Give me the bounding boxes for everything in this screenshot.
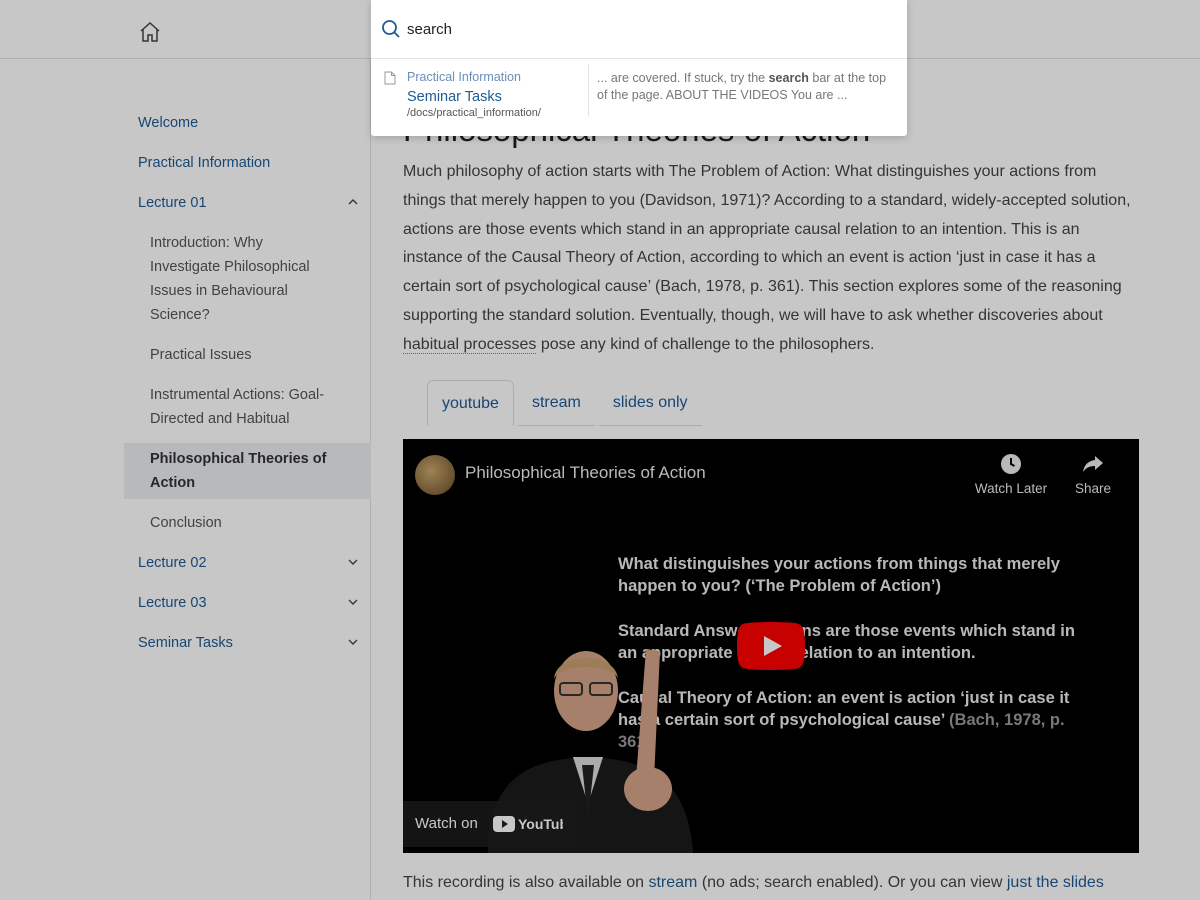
search-panel: Practical Information Seminar Tasks /doc… xyxy=(371,0,907,136)
search-result-title[interactable]: Seminar Tasks xyxy=(407,89,502,105)
snippet-text: ... are covered. If stuck, try the xyxy=(597,71,769,85)
search-result-path: /docs/practical_information/ xyxy=(407,107,541,119)
search-result-snippet: ... are covered. If stuck, try the searc… xyxy=(597,70,897,104)
divider xyxy=(588,64,589,116)
snippet-highlight: search xyxy=(768,71,809,85)
search-result[interactable]: Practical Information Seminar Tasks /doc… xyxy=(371,62,907,126)
document-icon xyxy=(384,71,396,85)
search-input[interactable] xyxy=(407,18,887,40)
search-result-category: Practical Information xyxy=(407,70,521,84)
search-icon xyxy=(382,20,400,38)
search-box xyxy=(371,0,907,59)
